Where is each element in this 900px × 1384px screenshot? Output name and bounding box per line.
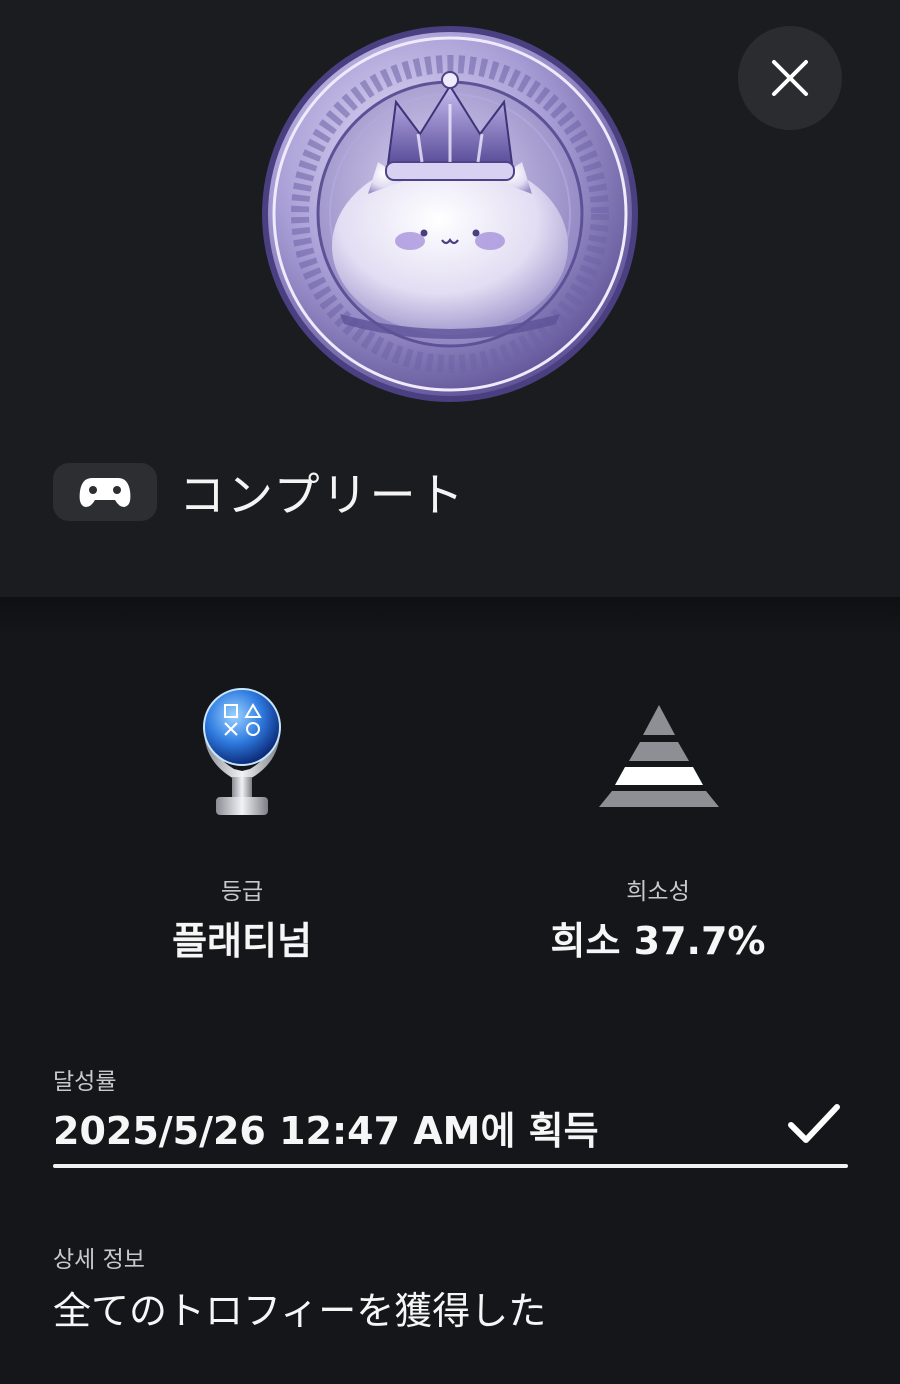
rarity-label: 희소성 bbox=[626, 879, 690, 905]
platinum-trophy-icon bbox=[203, 688, 281, 815]
section-divider bbox=[0, 597, 900, 637]
grade-value: 플래티넘 bbox=[172, 919, 312, 963]
description-label: 상세 정보 bbox=[53, 1247, 145, 1273]
trophy-detail-page: コンプリート 등급 플래티넘 희소성 희소 37.7% 달성률 2025/5/2… bbox=[0, 0, 900, 1384]
close-button[interactable] bbox=[738, 26, 842, 130]
trophy-title: コンプリート bbox=[179, 468, 466, 522]
earned-underline bbox=[53, 1164, 848, 1168]
trophy-medal-image bbox=[262, 26, 638, 402]
platform-badge bbox=[53, 463, 157, 521]
earned-date: 2025/5/26 12:47 AM에 획득 bbox=[53, 1109, 599, 1153]
trophy-description: 全てのトロフィーを獲得した bbox=[53, 1289, 547, 1333]
close-icon bbox=[772, 60, 808, 96]
checkmark-icon bbox=[788, 1104, 840, 1143]
grade-label: 등급 bbox=[220, 879, 264, 905]
earned-label: 달성률 bbox=[53, 1069, 117, 1095]
rarity-value: 희소 37.7% bbox=[550, 919, 766, 963]
trophy-title-row: コンプリート bbox=[53, 462, 466, 522]
gamepad-icon bbox=[79, 478, 131, 507]
rarity-pyramid-icon bbox=[599, 705, 719, 807]
